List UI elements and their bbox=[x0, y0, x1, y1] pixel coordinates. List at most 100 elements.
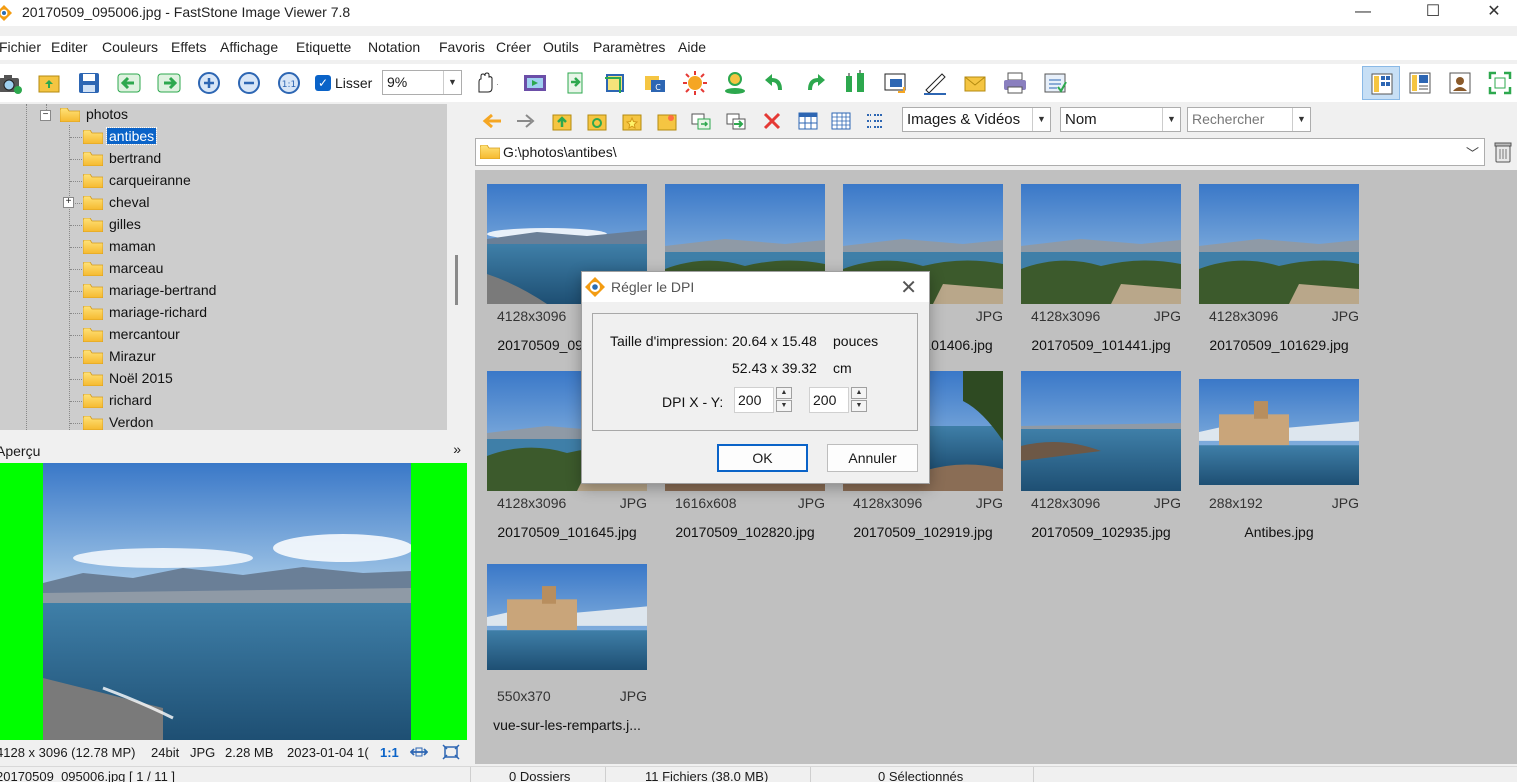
dpi-x-input[interactable]: 200 bbox=[734, 387, 774, 413]
minimize-button[interactable]: — bbox=[1340, 0, 1386, 26]
menu-favoris[interactable]: Favoris bbox=[439, 39, 485, 55]
path-combobox[interactable]: G:\photos\antibes\ ﹀ bbox=[475, 138, 1485, 166]
color-adjust-icon[interactable]: C bbox=[642, 70, 668, 96]
large-thumbs-icon[interactable] bbox=[797, 110, 819, 132]
zoom-in-icon[interactable] bbox=[196, 70, 222, 96]
thumbnail-item[interactable]: 4128x3096 JPG 20170509_101441.jpg bbox=[1021, 184, 1191, 364]
open-folder-icon[interactable] bbox=[36, 70, 62, 96]
tree-collapse-toggle[interactable]: − bbox=[40, 110, 51, 121]
small-thumbs-icon[interactable] bbox=[830, 110, 852, 132]
menu-notation[interactable]: Notation bbox=[368, 39, 420, 55]
previous-icon[interactable] bbox=[116, 70, 142, 96]
menu-effets[interactable]: Effets bbox=[171, 39, 207, 55]
search-input[interactable]: Rechercher ▼ bbox=[1187, 107, 1311, 132]
thumbnail-item[interactable]: 288x192 JPG Antibes.jpg bbox=[1199, 371, 1369, 551]
red-eye-icon[interactable] bbox=[722, 70, 748, 96]
tree-node-maman[interactable]: maman bbox=[83, 237, 283, 257]
collapse-preview-icon[interactable]: » bbox=[453, 441, 461, 457]
rotate-left-icon[interactable] bbox=[762, 70, 788, 96]
thumbnail-item[interactable]: 4128x3096 JPG 20170509_101629.jpg bbox=[1199, 184, 1369, 364]
recycle-bin-icon[interactable] bbox=[1492, 140, 1514, 164]
tree-node-marceau[interactable]: marceau bbox=[83, 259, 283, 279]
thumbnail-item[interactable]: 4128x3096 JPG 20170509_102935.jpg bbox=[1021, 371, 1191, 551]
delete-icon[interactable] bbox=[761, 110, 783, 132]
spin-up-icon[interactable]: ▲ bbox=[776, 387, 792, 399]
dpi-x-stepper[interactable]: 200 ▲ ▼ bbox=[734, 387, 792, 413]
menu-etiquette[interactable]: Etiquette bbox=[296, 39, 351, 55]
dialog-close-button[interactable]: ✕ bbox=[900, 275, 917, 300]
tree-node-no-l-2015[interactable]: Noël 2015 bbox=[83, 369, 283, 389]
tree-node-mercantour[interactable]: mercantour bbox=[83, 325, 283, 345]
copy-folder-icon[interactable] bbox=[690, 110, 712, 132]
new-folder-icon[interactable] bbox=[656, 110, 678, 132]
spin-down-icon[interactable]: ▼ bbox=[776, 400, 792, 412]
canvas-size-icon[interactable] bbox=[882, 70, 908, 96]
zoom-out-icon[interactable] bbox=[236, 70, 262, 96]
menu-parametres[interactable]: Paramètres bbox=[593, 39, 665, 55]
tree-node-mirazur[interactable]: Mirazur bbox=[83, 347, 283, 367]
tree-node-mariage-bertrand[interactable]: mariage-bertrand bbox=[83, 281, 283, 301]
menu-creer[interactable]: Créer bbox=[496, 39, 531, 55]
crop-icon[interactable] bbox=[602, 70, 628, 96]
draw-icon[interactable] bbox=[922, 70, 948, 96]
preview-view-button[interactable] bbox=[1401, 66, 1439, 100]
fit-screen-icon[interactable] bbox=[442, 744, 460, 760]
fit-width-icon[interactable] bbox=[410, 744, 428, 760]
sort-select[interactable]: Nom ▼ bbox=[1060, 107, 1181, 132]
thumbnail-item[interactable]: 550x370 JPG vue-sur-les-remparts.j... bbox=[487, 564, 657, 744]
maximize-button[interactable]: ☐ bbox=[1410, 0, 1456, 26]
tree-node-cheval[interactable]: cheval bbox=[83, 193, 283, 213]
tree-expand-toggle[interactable]: + bbox=[63, 197, 74, 208]
menu-aide[interactable]: Aide bbox=[678, 39, 706, 55]
spin-up-icon[interactable]: ▲ bbox=[851, 387, 867, 399]
copy-to-icon[interactable] bbox=[562, 70, 588, 96]
list-view-icon[interactable] bbox=[864, 110, 886, 132]
contact-sheet-icon[interactable] bbox=[1042, 70, 1068, 96]
menu-affichage[interactable]: Affichage bbox=[220, 39, 278, 55]
hand-tool-icon[interactable] bbox=[472, 70, 498, 96]
save-icon[interactable] bbox=[76, 70, 102, 96]
spin-down-icon[interactable]: ▼ bbox=[851, 400, 867, 412]
tree-node-antibes[interactable]: antibes bbox=[83, 127, 283, 147]
full-view-button[interactable] bbox=[1441, 66, 1479, 100]
forward-arrow-icon[interactable] bbox=[515, 110, 537, 132]
browser-view-button[interactable] bbox=[1362, 66, 1400, 100]
refresh-folder-icon[interactable] bbox=[586, 110, 608, 132]
menu-editer[interactable]: Editer bbox=[51, 39, 88, 55]
tree-node-bertrand[interactable]: bertrand bbox=[83, 149, 283, 169]
camera-icon[interactable] bbox=[0, 70, 22, 96]
ok-button[interactable]: OK bbox=[717, 444, 808, 472]
print-icon[interactable] bbox=[1002, 70, 1028, 96]
filter-select[interactable]: Images & Vidéos ▼ bbox=[902, 107, 1051, 132]
tree-node-verdon[interactable]: Verdon bbox=[83, 413, 283, 430]
tree-node-richard[interactable]: richard bbox=[83, 391, 283, 411]
move-folder-icon[interactable] bbox=[725, 110, 747, 132]
dpi-y-input[interactable]: 200 bbox=[809, 387, 849, 413]
sun-brightness-icon[interactable] bbox=[682, 70, 708, 96]
menu-outils[interactable]: Outils bbox=[543, 39, 579, 55]
slideshow-icon[interactable] bbox=[522, 70, 548, 96]
close-button[interactable]: ✕ bbox=[1471, 0, 1517, 26]
tree-node-photos[interactable]: photos bbox=[60, 105, 220, 125]
cancel-button[interactable]: Annuler bbox=[827, 444, 918, 472]
menu-couleurs[interactable]: Couleurs bbox=[102, 39, 158, 55]
folder-tree[interactable]: − photos antibes bertrand carqueiranne chev… bbox=[0, 104, 447, 430]
menu-fichier[interactable]: Fichier bbox=[0, 39, 41, 55]
tree-node-carqueiranne[interactable]: carqueiranne bbox=[83, 171, 283, 191]
resize-icon[interactable] bbox=[842, 70, 868, 96]
actual-size-icon[interactable]: 1:1 bbox=[276, 70, 302, 96]
dpi-y-stepper[interactable]: 200 ▲ ▼ bbox=[809, 387, 867, 413]
next-icon[interactable] bbox=[156, 70, 182, 96]
email-icon[interactable] bbox=[962, 70, 988, 96]
tree-node-mariage-richard[interactable]: mariage-richard bbox=[83, 303, 283, 323]
zoom-select[interactable]: 9% ▼ bbox=[382, 70, 462, 95]
tree-scrollbar-thumb[interactable] bbox=[455, 255, 458, 305]
pane-splitter[interactable] bbox=[447, 104, 475, 430]
fullscreen-button[interactable] bbox=[1481, 66, 1517, 100]
ratio-button[interactable]: 1:1 bbox=[380, 745, 399, 760]
tree-node-gilles[interactable]: gilles bbox=[83, 215, 283, 235]
back-arrow-icon[interactable] bbox=[481, 110, 503, 132]
rotate-right-icon[interactable] bbox=[802, 70, 828, 96]
parent-folder-icon[interactable] bbox=[551, 110, 573, 132]
favorite-folder-icon[interactable] bbox=[621, 110, 643, 132]
